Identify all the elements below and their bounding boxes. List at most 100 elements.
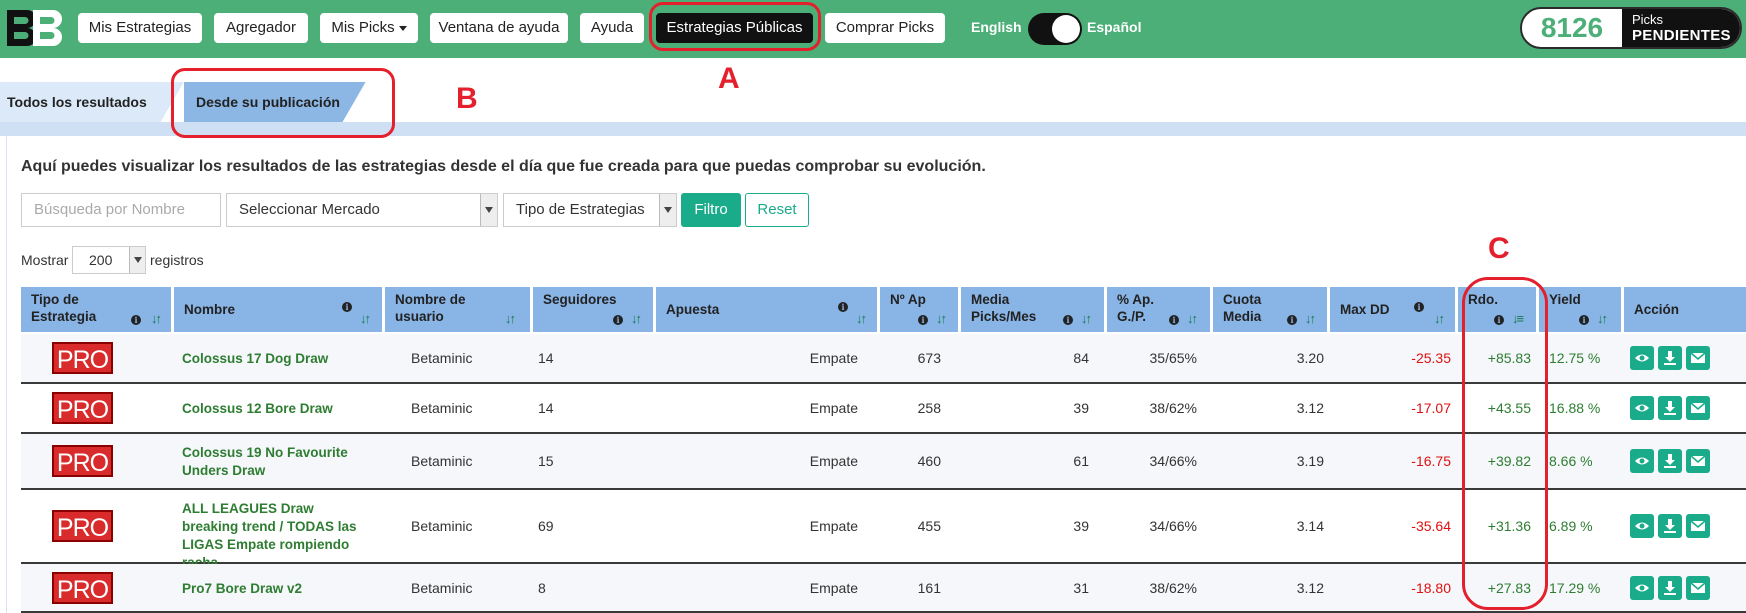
col-label: Yield [1549,292,1581,307]
sort-icon[interactable]: ↓↑ [856,310,867,327]
col-label: Media [971,292,1010,307]
nav-ayuda[interactable]: Ayuda [580,13,644,43]
pending-picks-count: 8126 [1540,12,1604,43]
followers-count: 69 [538,518,554,534]
show-prefix: Mostrar [21,252,69,268]
nav-ventana-de-ayuda[interactable]: Ventana de ayuda [430,13,568,43]
sort-icon[interactable]: ↓↑ [1434,310,1445,327]
pct-ap-value: 38/62% [1149,400,1197,416]
sort-icon[interactable]: ↓↑ [505,310,516,327]
info-icon[interactable]: i [1414,302,1424,312]
col-max-dd[interactable]: Max DD i ↓↑ [1330,287,1458,332]
info-icon[interactable]: i [131,315,141,325]
toggle-knob [1052,15,1080,43]
col-label: Nombre de [395,292,466,307]
view-button[interactable] [1630,396,1654,420]
col-nombre-usuario[interactable]: Nombre de usuario ↓↑ [385,287,533,332]
media-picks-value: 31 [1073,580,1089,596]
page-size-select[interactable]: 200 [72,246,146,274]
col-yield[interactable]: Yield i ↓↑ [1539,287,1624,332]
chevron-down-icon [659,194,676,226]
bet-type: Empate [809,400,858,416]
media-picks-value: 61 [1073,453,1089,469]
reset-button[interactable]: Reset [745,193,809,227]
n-ap-value: 455 [917,518,941,534]
pro-badge: PRO [52,572,113,604]
download-icon [1662,351,1678,370]
nav-mis-estrategias[interactable]: Mis Estrategias [78,13,202,43]
view-button[interactable] [1630,576,1654,600]
sort-icon[interactable]: ↓↑ [1597,310,1608,327]
pending-picks-label: Picks PENDIENTES [1622,9,1740,47]
cuota-media-value: 3.12 [1296,400,1324,416]
cuota-media-value: 3.14 [1296,518,1324,534]
col-media-picks[interactable]: Media Picks/Mes i ↓↑ [961,287,1107,332]
nav-mis-picks[interactable]: Mis Picks [320,13,418,43]
pro-badge: PRO [52,342,113,374]
download-button[interactable] [1658,576,1682,600]
sort-icon[interactable]: ↓↑ [360,310,371,327]
col-tipo-estrategia[interactable]: Tipo de Estrategia i ↓↑ [21,287,174,332]
bet-type: Empate [809,580,858,596]
sort-icon[interactable]: ↓↑ [1305,310,1316,327]
sort-icon[interactable]: ↓↑ [1187,310,1198,327]
info-icon[interactable]: i [1579,315,1589,325]
user-name: Betaminic [411,518,473,534]
sort-icon[interactable]: ↓↑ [1081,310,1092,327]
email-button[interactable] [1686,396,1710,420]
nav-agregador[interactable]: Agregador [214,13,308,43]
email-button[interactable] [1686,576,1710,600]
email-button[interactable] [1686,514,1710,538]
pro-badge: PRO [52,510,113,542]
col-seguidores[interactable]: Seguidores i ↓↑ [533,287,656,332]
download-button[interactable] [1658,346,1682,370]
download-button[interactable] [1658,449,1682,473]
info-icon[interactable]: i [613,315,623,325]
pending-picks-counter[interactable]: 8126 Picks PENDIENTES [1520,7,1742,49]
view-button[interactable] [1630,346,1654,370]
envelope-icon [1690,520,1706,538]
nav-comprar-picks[interactable]: Comprar Picks [825,13,945,43]
info-icon[interactable]: i [918,315,928,325]
info-icon[interactable]: i [342,302,352,312]
email-button[interactable] [1686,346,1710,370]
filter-button[interactable]: Filtro [681,193,741,227]
sort-icon[interactable]: ↓↑ [631,310,642,327]
download-button[interactable] [1658,396,1682,420]
strategy-name-link[interactable]: Colossus 12 Bore Draw [182,400,362,418]
col-label: Tipo de [31,292,79,307]
betaminic-logo[interactable] [5,8,63,48]
search-input[interactable]: Búsqueda por Nombre [21,193,221,227]
col-cuota-media[interactable]: Cuota Media i ↓↑ [1213,287,1330,332]
user-name: Betaminic [411,350,473,366]
media-picks-value: 39 [1073,400,1089,416]
download-button[interactable] [1658,514,1682,538]
info-icon[interactable]: i [1287,315,1297,325]
chevron-down-icon [398,25,407,31]
eye-icon [1634,353,1650,370]
bet-type: Empate [809,518,858,534]
strategy-name-link[interactable]: Colossus 19 No Favourite Unders Draw [182,444,362,480]
email-button[interactable] [1686,449,1710,473]
sort-icon[interactable]: ↓↑ [936,310,947,327]
col-nombre[interactable]: Nombre i ↓↑ [174,287,385,332]
info-icon[interactable]: i [1063,315,1073,325]
strategy-name-link[interactable]: Pro7 Bore Draw v2 [182,580,362,598]
strategy-type-select[interactable]: Tipo de Estrategias [503,193,677,227]
col-apuesta[interactable]: Apuesta i ↓↑ [656,287,880,332]
market-select[interactable]: Seleccionar Mercado [226,193,498,227]
strategy-name-link[interactable]: ALL LEAGUES Draw breaking trend / TODAS … [182,500,362,572]
col-n-ap[interactable]: Nº Ap i ↓↑ [880,287,961,332]
info-icon[interactable]: i [838,302,848,312]
sort-icon[interactable]: ↓↑ [151,310,162,327]
strategy-name-link[interactable]: Colossus 17 Dog Draw [182,350,362,368]
page-size-value: 200 [89,252,113,268]
view-button[interactable] [1630,449,1654,473]
col-label: Cuota [1223,292,1262,307]
view-button[interactable] [1630,514,1654,538]
annotation-letter-b: B [456,82,478,115]
language-toggle[interactable] [1028,13,1082,45]
info-icon[interactable]: i [1169,315,1179,325]
col-pct-ap[interactable]: % Ap. G./P. i ↓↑ [1107,287,1213,332]
annotation-box-c [1462,277,1548,610]
